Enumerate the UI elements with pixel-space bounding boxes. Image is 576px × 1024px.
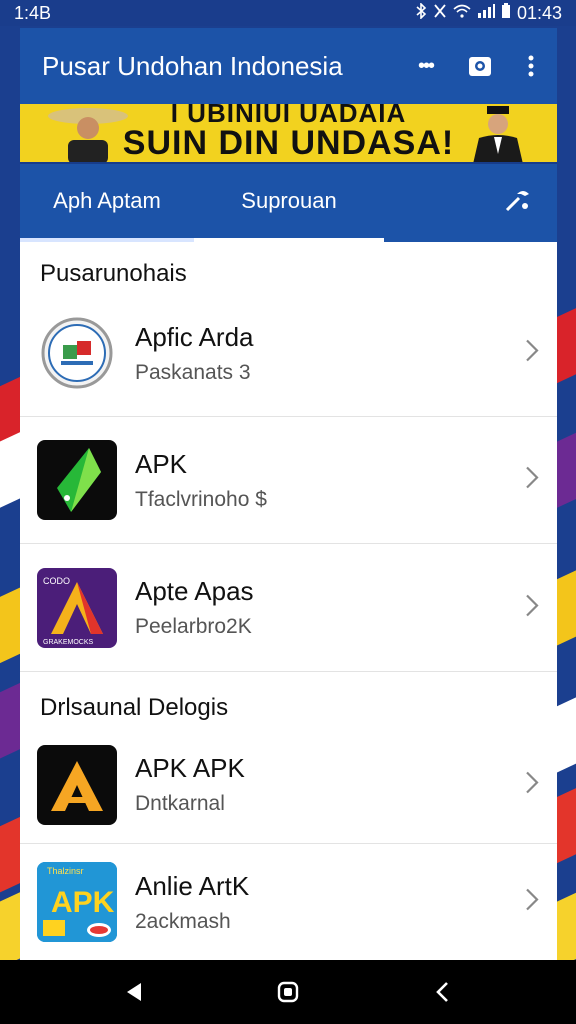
orange-a-logo-icon: CODO GRAKEMOCKS (37, 567, 117, 648)
item-title: Apte Apas (135, 576, 254, 606)
app-window: Pusar Undohan Indonesia ••• I UBINIUI UA… (20, 28, 557, 960)
section-header: Drlsaunal Delogis (40, 694, 229, 721)
wifi-icon (453, 4, 471, 22)
tools-icon[interactable] (503, 186, 531, 221)
list-item[interactable]: CODO GRAKEMOCKS Apte Apas Peelarbro2K (20, 544, 557, 671)
status-time-right: 01:43 (516, 2, 562, 23)
app-title: Pusar Undohan Indonesia (42, 50, 343, 81)
home-icon[interactable] (268, 972, 308, 1012)
item-subtitle: 2ackmash (135, 909, 231, 933)
tab-aph-aptam[interactable]: Aph Aptam (20, 164, 194, 242)
section-1: Pusarunohais Apfic Arda Paskanats 3 APK … (20, 242, 557, 671)
item-title: Apfic Arda (135, 321, 254, 352)
overflow-menu-icon[interactable] (527, 54, 535, 78)
tab-bar: Aph Aptam Suprouan (20, 164, 557, 242)
yellow-a-logo-icon (37, 744, 117, 825)
apk-poster-icon: Thalzinsr APK (37, 862, 117, 942)
tab-suprouan[interactable]: Suprouan (194, 164, 384, 242)
status-bar: 1:4B 01:43 (0, 0, 576, 26)
promo-banner[interactable]: I UBINIUI UADAIA SUIN DIN UNDASA! (20, 104, 557, 164)
item-subtitle: Paskanats 3 (135, 360, 251, 384)
svg-text:APK: APK (51, 886, 115, 919)
app-bar: Pusar Undohan Indonesia ••• (20, 28, 557, 104)
item-title: APK APK (135, 753, 245, 783)
chevron-right-icon (525, 888, 539, 917)
camera-icon[interactable] (467, 53, 493, 79)
item-subtitle: Tfaclvrinoho $ (135, 487, 267, 511)
app-bar-actions: ••• (418, 53, 535, 79)
item-subtitle: Peelarbro2K (135, 615, 252, 638)
battery-icon (501, 3, 511, 23)
chevron-right-icon (525, 466, 539, 495)
system-nav-bar (0, 960, 576, 1024)
item-subtitle: Dntkarnal (135, 792, 225, 815)
vibrate-icon (433, 3, 447, 23)
list-item[interactable]: Apfic Arda Paskanats 3 (20, 290, 557, 417)
item-title: APK (135, 448, 188, 479)
chevron-right-icon (525, 593, 539, 622)
badge-logo-icon (37, 313, 117, 393)
signal-icon (477, 4, 495, 22)
status-icons: 01:43 (415, 2, 562, 24)
svg-text:GRAKEMOCKS: GRAKEMOCKS (43, 639, 94, 646)
item-title: Anlie ArtK (135, 870, 250, 901)
list-item[interactable]: APK APK Dntkarnal (20, 726, 557, 844)
chevron-right-icon (525, 339, 539, 368)
person-in-suit-image (473, 106, 523, 162)
section-2: Drlsaunal Delogis APK APK Dntkarnal Thal… (20, 671, 557, 960)
chevron-right-icon (525, 770, 539, 799)
more-button[interactable]: ••• (418, 55, 435, 78)
list-item[interactable]: APK Tfaclvrinoho $ (20, 417, 557, 544)
bluetooth-icon (415, 2, 427, 23)
chevron-left-icon[interactable] (422, 972, 462, 1012)
back-triangle-icon[interactable] (114, 972, 154, 1012)
svg-text:CODO: CODO (43, 576, 70, 586)
status-time-left: 1:4B (14, 2, 52, 23)
section-header: Pusarunohais (40, 260, 187, 287)
svg-text:Thalzinsr: Thalzinsr (47, 866, 84, 876)
list-item[interactable]: Thalzinsr APK Anlie ArtK 2ackmash (20, 844, 557, 960)
green-crystal-icon (37, 440, 117, 520)
